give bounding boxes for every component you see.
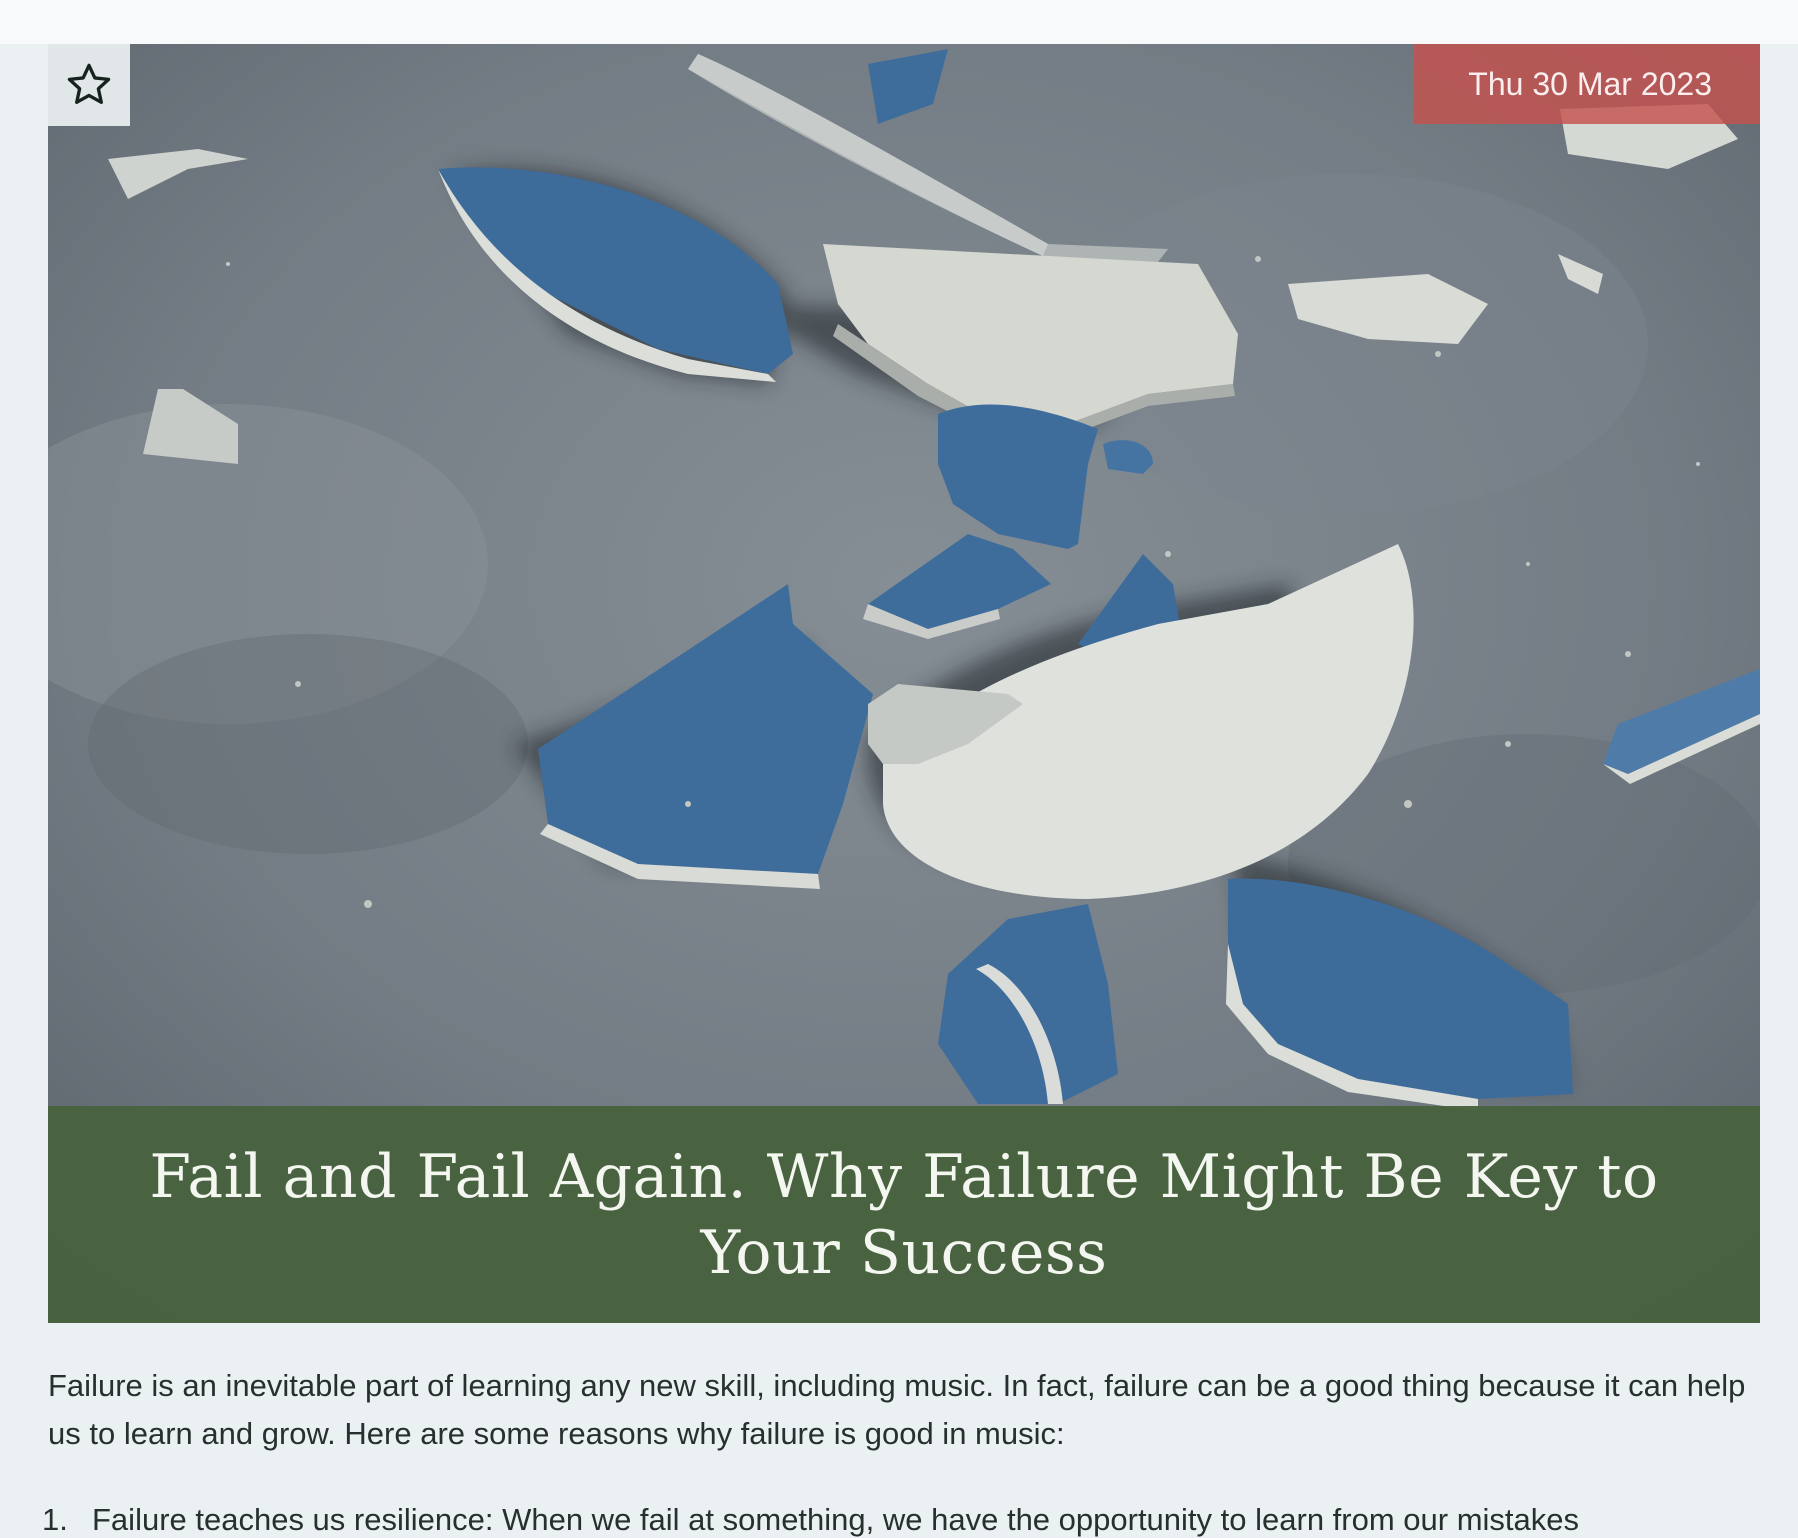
article-title: Fail and Fail Again. Why Failure Might B… bbox=[149, 1141, 1659, 1288]
date-badge: Thu 30 Mar 2023 bbox=[1414, 44, 1760, 124]
list-item-number: 1. bbox=[42, 1502, 68, 1537]
article-intro: Failure is an inevitable part of learnin… bbox=[48, 1368, 1746, 1451]
list-item: 1. Failure teaches us resilience: When w… bbox=[42, 1496, 1760, 1538]
list-item-text: Failure teaches us resilience: When we f… bbox=[92, 1502, 1580, 1537]
title-band: Fail and Fail Again. Why Failure Might B… bbox=[48, 1106, 1760, 1323]
favorite-button[interactable] bbox=[48, 44, 130, 126]
reasons-list: 1. Failure teaches us resilience: When w… bbox=[42, 1496, 1760, 1538]
article-date: Thu 30 Mar 2023 bbox=[1468, 65, 1712, 102]
top-bar bbox=[0, 0, 1798, 44]
star-icon bbox=[67, 63, 111, 104]
